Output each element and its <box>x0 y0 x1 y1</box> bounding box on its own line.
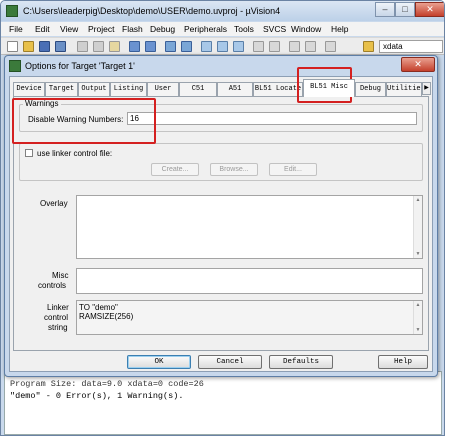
dialog-title: Options for Target 'Target 1' <box>25 61 135 71</box>
toolbar: xdata <box>1 37 444 55</box>
scroll-down-icon[interactable]: ▼ <box>415 327 421 333</box>
undo-icon[interactable] <box>129 41 140 52</box>
tab-target[interactable]: Target <box>45 82 78 96</box>
linker-control-string-label-line: Linker <box>47 303 69 312</box>
menu-project[interactable]: Project <box>88 24 114 34</box>
dialog-app-icon <box>9 60 21 72</box>
tab-bl51-misc[interactable]: BL51 Misc <box>303 79 355 97</box>
maximize-button[interactable]: □ <box>395 2 415 17</box>
save-all-icon[interactable] <box>55 41 66 52</box>
dialog-titlebar: Options for Target 'Target 1' ✕ <box>5 56 437 76</box>
find-icon[interactable] <box>325 41 336 52</box>
find-in-files-icon[interactable] <box>363 41 374 52</box>
menu-flash[interactable]: Flash <box>122 24 143 34</box>
disable-warning-numbers-input[interactable]: 16 <box>127 112 417 125</box>
warnings-highlight-box <box>12 98 156 144</box>
find-text-box[interactable]: xdata <box>379 40 443 53</box>
tab-listing[interactable]: Listing <box>110 82 147 96</box>
bookmark-prev-icon[interactable] <box>217 41 228 52</box>
browse-button[interactable]: Browse... <box>210 163 258 176</box>
menu-peripherals[interactable]: Peripherals <box>184 24 227 34</box>
bookmark-icon[interactable] <box>201 41 212 52</box>
menu-debug[interactable]: Debug <box>150 24 175 34</box>
cancel-button[interactable]: Cancel <box>198 355 262 369</box>
open-folder-icon[interactable] <box>23 41 34 52</box>
tab-bl51-locate[interactable]: BL51 Locate <box>253 82 303 96</box>
tab-debug[interactable]: Debug <box>355 82 386 96</box>
navigate-back-icon[interactable] <box>165 41 176 52</box>
ok-button[interactable]: OK <box>127 355 191 369</box>
tab-device[interactable]: Device <box>13 82 45 96</box>
scroll-up-icon[interactable]: ▲ <box>415 302 421 308</box>
create-button[interactable]: Create... <box>151 163 199 176</box>
unindent-icon[interactable] <box>269 41 280 52</box>
window-titlebar: C:\Users\leaderpig\Desktop\demo\USER\dem… <box>1 1 444 21</box>
linker-control-string-line: RAMSIZE(256) <box>79 312 134 321</box>
use-linker-control-file-label: use linker control file: <box>37 149 113 158</box>
tab-user[interactable]: User <box>147 82 179 96</box>
menu-bar: File Edit View Project Flash Debug Perip… <box>1 22 444 36</box>
scroll-down-icon[interactable]: ▼ <box>415 251 421 257</box>
misc-controls-textarea[interactable] <box>76 268 423 294</box>
linker-control-string-scrollbar[interactable]: ▲ ▼ <box>413 301 422 334</box>
uvision-app-icon <box>6 5 18 17</box>
menu-window[interactable]: Window <box>291 24 321 34</box>
paste-icon[interactable] <box>109 41 120 52</box>
window-close-button[interactable]: ✕ <box>415 2 444 17</box>
indent-icon[interactable] <box>253 41 264 52</box>
menu-tools[interactable]: Tools <box>234 24 254 34</box>
uncomment-icon[interactable] <box>305 41 316 52</box>
menu-file[interactable]: File <box>9 24 23 34</box>
linker-control-string-label-line: string <box>48 323 68 332</box>
linker-control-string-label-line: control <box>44 313 69 322</box>
navigate-forward-icon[interactable] <box>181 41 192 52</box>
bookmark-next-icon[interactable] <box>233 41 244 52</box>
copy-icon[interactable] <box>93 41 104 52</box>
tab-a51[interactable]: A51 <box>217 82 253 96</box>
misc-controls-label-line: Misc <box>52 271 69 280</box>
tab-output[interactable]: Output <box>78 82 110 96</box>
overlay-scrollbar[interactable]: ▲ ▼ <box>413 196 422 258</box>
menu-view[interactable]: View <box>60 24 78 34</box>
tab-c51[interactable]: C51 <box>179 82 217 96</box>
window-title: C:\Users\leaderpig\Desktop\demo\USER\dem… <box>23 6 281 16</box>
overlay-label: Overlay <box>40 199 68 208</box>
defaults-button[interactable]: Defaults <box>269 355 333 369</box>
cut-icon[interactable] <box>77 41 88 52</box>
overlay-textarea[interactable]: ▲ ▼ <box>76 195 423 259</box>
tab-scroll-right-icon[interactable]: ▶ <box>422 82 431 95</box>
build-output-pane: Program Size: data=9.0 xdata=0 code=26 "… <box>4 371 442 435</box>
help-button[interactable]: Help <box>378 355 428 369</box>
linker-control-string-line: TO "demo" <box>79 303 118 312</box>
menu-svcs[interactable]: SVCS <box>263 24 286 34</box>
linker-control-string-box: TO "demo" RAMSIZE(256) ▲ ▼ <box>76 300 423 335</box>
comment-icon[interactable] <box>289 41 300 52</box>
misc-controls-label-line: controls <box>38 281 67 290</box>
edit-button[interactable]: Edit... <box>269 163 317 176</box>
output-line: "demo" - 0 Error(s), 1 Warning(s). <box>10 391 184 401</box>
save-icon[interactable] <box>39 41 50 52</box>
minimize-button[interactable]: – <box>375 2 395 17</box>
redo-icon[interactable] <box>145 41 156 52</box>
dialog-close-button[interactable]: ✕ <box>401 57 435 72</box>
menu-help[interactable]: Help <box>331 24 348 34</box>
use-linker-control-file-checkbox[interactable] <box>25 149 33 157</box>
tab-utilities[interactable]: Utilities <box>386 82 422 96</box>
new-file-icon[interactable] <box>7 41 18 52</box>
output-line: Program Size: data=9.0 xdata=0 code=26 <box>10 379 204 389</box>
scroll-up-icon[interactable]: ▲ <box>415 197 421 203</box>
menu-edit[interactable]: Edit <box>35 24 50 34</box>
